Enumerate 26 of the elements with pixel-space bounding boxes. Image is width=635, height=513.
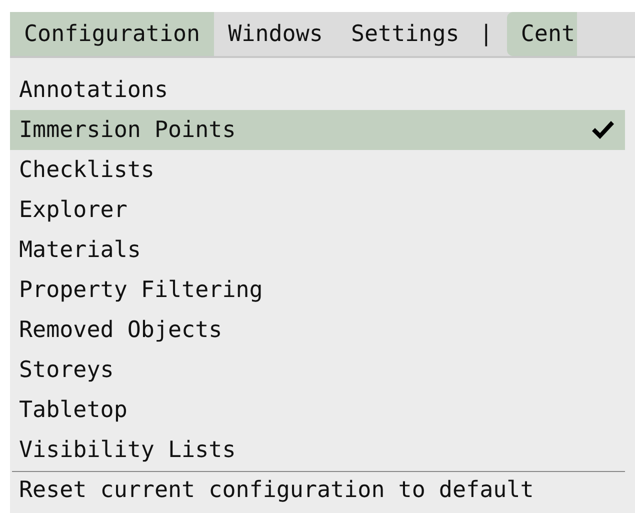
menu-item-label: Removed Objects xyxy=(19,317,222,343)
menu-item[interactable]: Checklists xyxy=(10,150,625,190)
menu-item-label: Explorer xyxy=(19,197,128,223)
menu-item[interactable]: Explorer xyxy=(10,190,625,230)
menu-bar-item[interactable]: Settings xyxy=(336,12,474,56)
menu-separator: | xyxy=(478,20,494,49)
menu-item-label: Checklists xyxy=(19,157,154,183)
menu-item[interactable]: Visibility Lists xyxy=(10,430,625,470)
menu-item-label: Visibility Lists xyxy=(19,437,236,463)
menu-item-label: Immersion Points xyxy=(19,117,236,143)
menu-item-label: Tabletop xyxy=(19,397,128,423)
menu-item[interactable]: Materials xyxy=(10,230,625,270)
menu-item[interactable]: Property Filtering xyxy=(10,270,625,310)
menu-item[interactable]: Immersion Points xyxy=(10,110,625,150)
menu-item-label: Property Filtering xyxy=(19,277,263,303)
menu-item[interactable]: Tabletop xyxy=(10,390,625,430)
menu-bar-item[interactable]: Cent xyxy=(506,12,578,56)
menu-bar-item[interactable]: Configuration xyxy=(10,12,214,56)
reset-menu-item[interactable]: Reset current configuration to default xyxy=(10,472,544,508)
menu-item[interactable]: Storeys xyxy=(10,350,625,390)
menu-item[interactable]: Removed Objects xyxy=(10,310,625,350)
menu-bar-item[interactable]: Windows xyxy=(214,12,337,56)
menu-item[interactable]: Annotations xyxy=(10,70,625,110)
menu-item-label: Materials xyxy=(19,237,141,263)
menu-item-label: Annotations xyxy=(19,77,168,103)
menu-item-label: Storeys xyxy=(19,357,114,383)
